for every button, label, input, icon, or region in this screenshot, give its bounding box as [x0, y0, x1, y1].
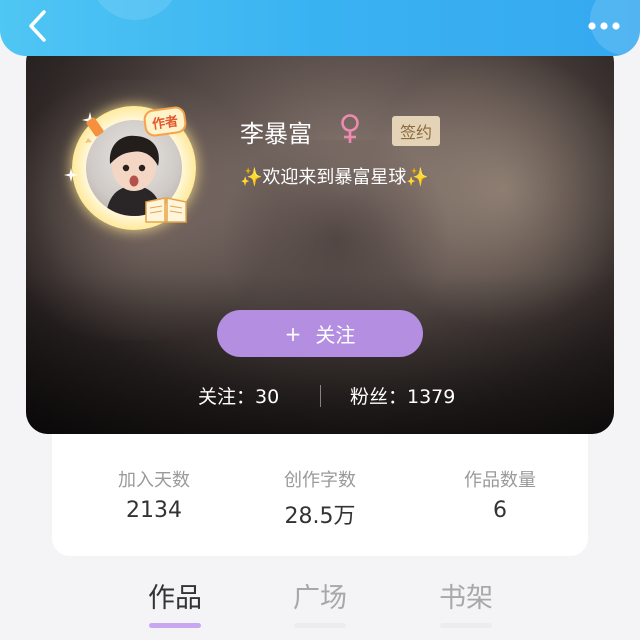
sparkle-icon — [64, 168, 78, 182]
pencil-icon — [85, 117, 104, 143]
stat-label: 加入天数 — [118, 470, 190, 491]
stat-join-days: 加入天数 2134 — [74, 466, 234, 523]
user-motto: ✨欢迎来到暴富星球✨ — [240, 167, 429, 188]
user-name: 李暴富 — [240, 120, 312, 148]
top-nav-bar — [0, 0, 640, 56]
tab-works[interactable]: 作品 — [120, 576, 230, 628]
stat-word-count: 创作字数 28.5万 — [240, 466, 400, 530]
follow-stats: 关注：30 粉丝：1379 — [0, 382, 640, 412]
divider — [320, 385, 321, 407]
tab-indicator — [149, 623, 201, 628]
female-icon — [341, 114, 359, 143]
more-button[interactable] — [582, 10, 626, 42]
chevron-left-icon — [29, 10, 46, 42]
following-count[interactable]: 关注：30 — [198, 382, 279, 409]
fans-count[interactable]: 粉丝：1379 — [350, 382, 455, 409]
book-icon — [145, 197, 187, 223]
tab-label: 作品 — [148, 583, 202, 614]
content-tabs: 作品 广场 书架 — [0, 570, 640, 640]
signed-badge: 签约 — [392, 116, 441, 146]
more-dots-icon — [588, 22, 620, 30]
tab-label: 书架 — [439, 583, 493, 614]
stat-value: 28.5万 — [284, 504, 356, 529]
profile-page: 作者 李暴富 签约 ✨欢迎来到暴富星球✨ + 关注 关注：30 粉丝：1379 … — [0, 0, 640, 640]
stat-label: 作品数量 — [464, 470, 536, 491]
decor-bubble — [90, 0, 180, 20]
tab-indicator — [294, 623, 346, 628]
stats-card: 加入天数 2134 创作字数 28.5万 作品数量 6 — [52, 434, 588, 556]
stat-value: 6 — [493, 498, 507, 523]
follow-button[interactable]: + 关注 — [217, 310, 423, 357]
tab-label: 广场 — [293, 583, 347, 614]
tab-indicator — [440, 623, 492, 628]
follow-button-label: 关注 — [315, 323, 356, 347]
back-button[interactable] — [18, 6, 58, 46]
tab-bookshelf[interactable]: 书架 — [411, 576, 521, 628]
avatar[interactable]: 作者 — [64, 98, 204, 238]
stat-value: 2134 — [126, 498, 182, 523]
tab-square[interactable]: 广场 — [265, 576, 375, 628]
stat-works-count: 作品数量 6 — [420, 466, 580, 523]
stat-label: 创作字数 — [284, 470, 356, 491]
plus-icon: + — [284, 321, 302, 346]
